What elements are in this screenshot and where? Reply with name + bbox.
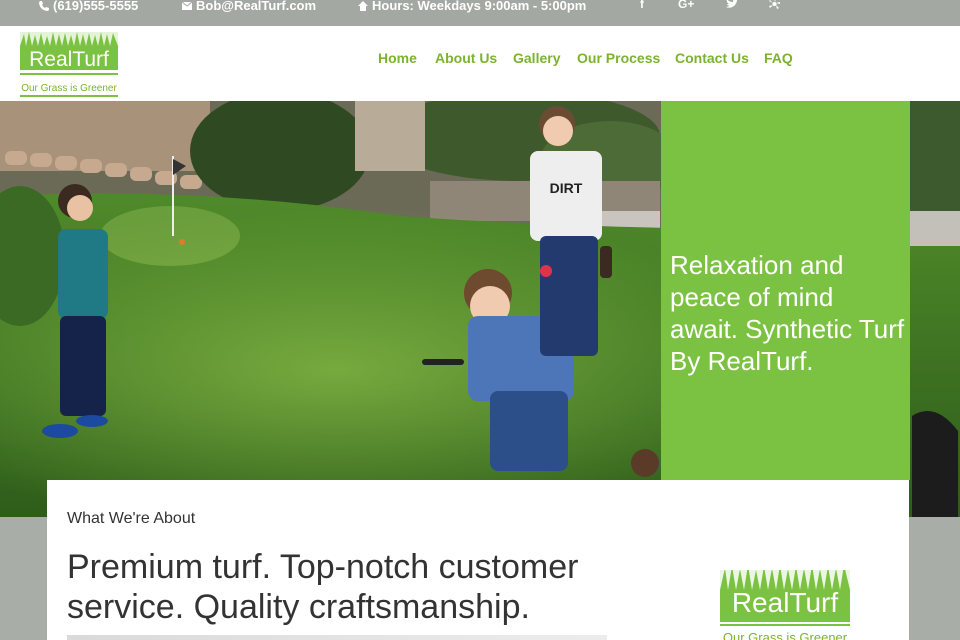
card-brand-tagline: Our Grass is Greener bbox=[722, 630, 848, 640]
cut-off-paragraph bbox=[67, 635, 607, 640]
logo-underline bbox=[20, 95, 118, 97]
email-contact[interactable]: Bob@RealTurf.com bbox=[181, 0, 316, 13]
twitter-icon[interactable] bbox=[726, 0, 739, 9]
phone-contact[interactable]: (619)555-5555 bbox=[38, 0, 138, 13]
hero-callout-text: Relaxation and peace of mind await. Synt… bbox=[670, 250, 905, 376]
grass-logo-icon: RealTurf bbox=[20, 32, 118, 75]
shirt-print: DIRT bbox=[550, 180, 583, 196]
realturf-logo[interactable]: RealTurf Our Grass is Greener bbox=[20, 32, 118, 97]
nav-contact-us[interactable]: Contact Us bbox=[675, 50, 749, 66]
phone-icon bbox=[39, 0, 49, 11]
grass-logo-icon: RealTurf bbox=[720, 564, 850, 626]
about-realturf-logo: RealTurf Our Grass is Greener bbox=[720, 564, 850, 640]
brand-name: RealTurf bbox=[29, 48, 109, 71]
yelp-icon[interactable] bbox=[768, 0, 781, 10]
section-headline: Premium turf. Top-notch customer service… bbox=[67, 548, 579, 626]
top-info-bar: (619)555-5555 Bob@RealTurf.com Hours: We… bbox=[0, 0, 960, 26]
about-section: What We're About Premium turf. Top-notch… bbox=[47, 480, 909, 640]
email-address: Bob@RealTurf.com bbox=[196, 0, 317, 13]
nav-gallery[interactable]: Gallery bbox=[513, 50, 560, 66]
nav-about-us[interactable]: About Us bbox=[435, 50, 497, 66]
card-brand-name: RealTurf bbox=[732, 587, 839, 618]
nav-home[interactable]: Home bbox=[378, 50, 417, 66]
brand-tagline: Our Grass is Greener bbox=[21, 83, 117, 94]
section-eyebrow: What We're About bbox=[67, 510, 196, 527]
nav-faq[interactable]: FAQ bbox=[764, 50, 793, 66]
business-hours: Hours: Weekdays 9:00am - 5:00pm bbox=[357, 0, 586, 13]
google-plus-icon[interactable]: G+ bbox=[678, 0, 694, 11]
phone-number: (619)555-5555 bbox=[53, 0, 139, 13]
hero-callout: Relaxation and peace of mind await. Synt… bbox=[661, 101, 910, 480]
main-navbar: RealTurf Our Grass is Greener Home About… bbox=[0, 26, 960, 101]
facebook-icon[interactable]: f bbox=[640, 0, 644, 11]
nav-our-process[interactable]: Our Process bbox=[577, 50, 660, 66]
hours-text: Hours: Weekdays 9:00am - 5:00pm bbox=[372, 0, 587, 13]
envelope-icon bbox=[181, 1, 193, 10]
home-icon bbox=[358, 0, 368, 11]
